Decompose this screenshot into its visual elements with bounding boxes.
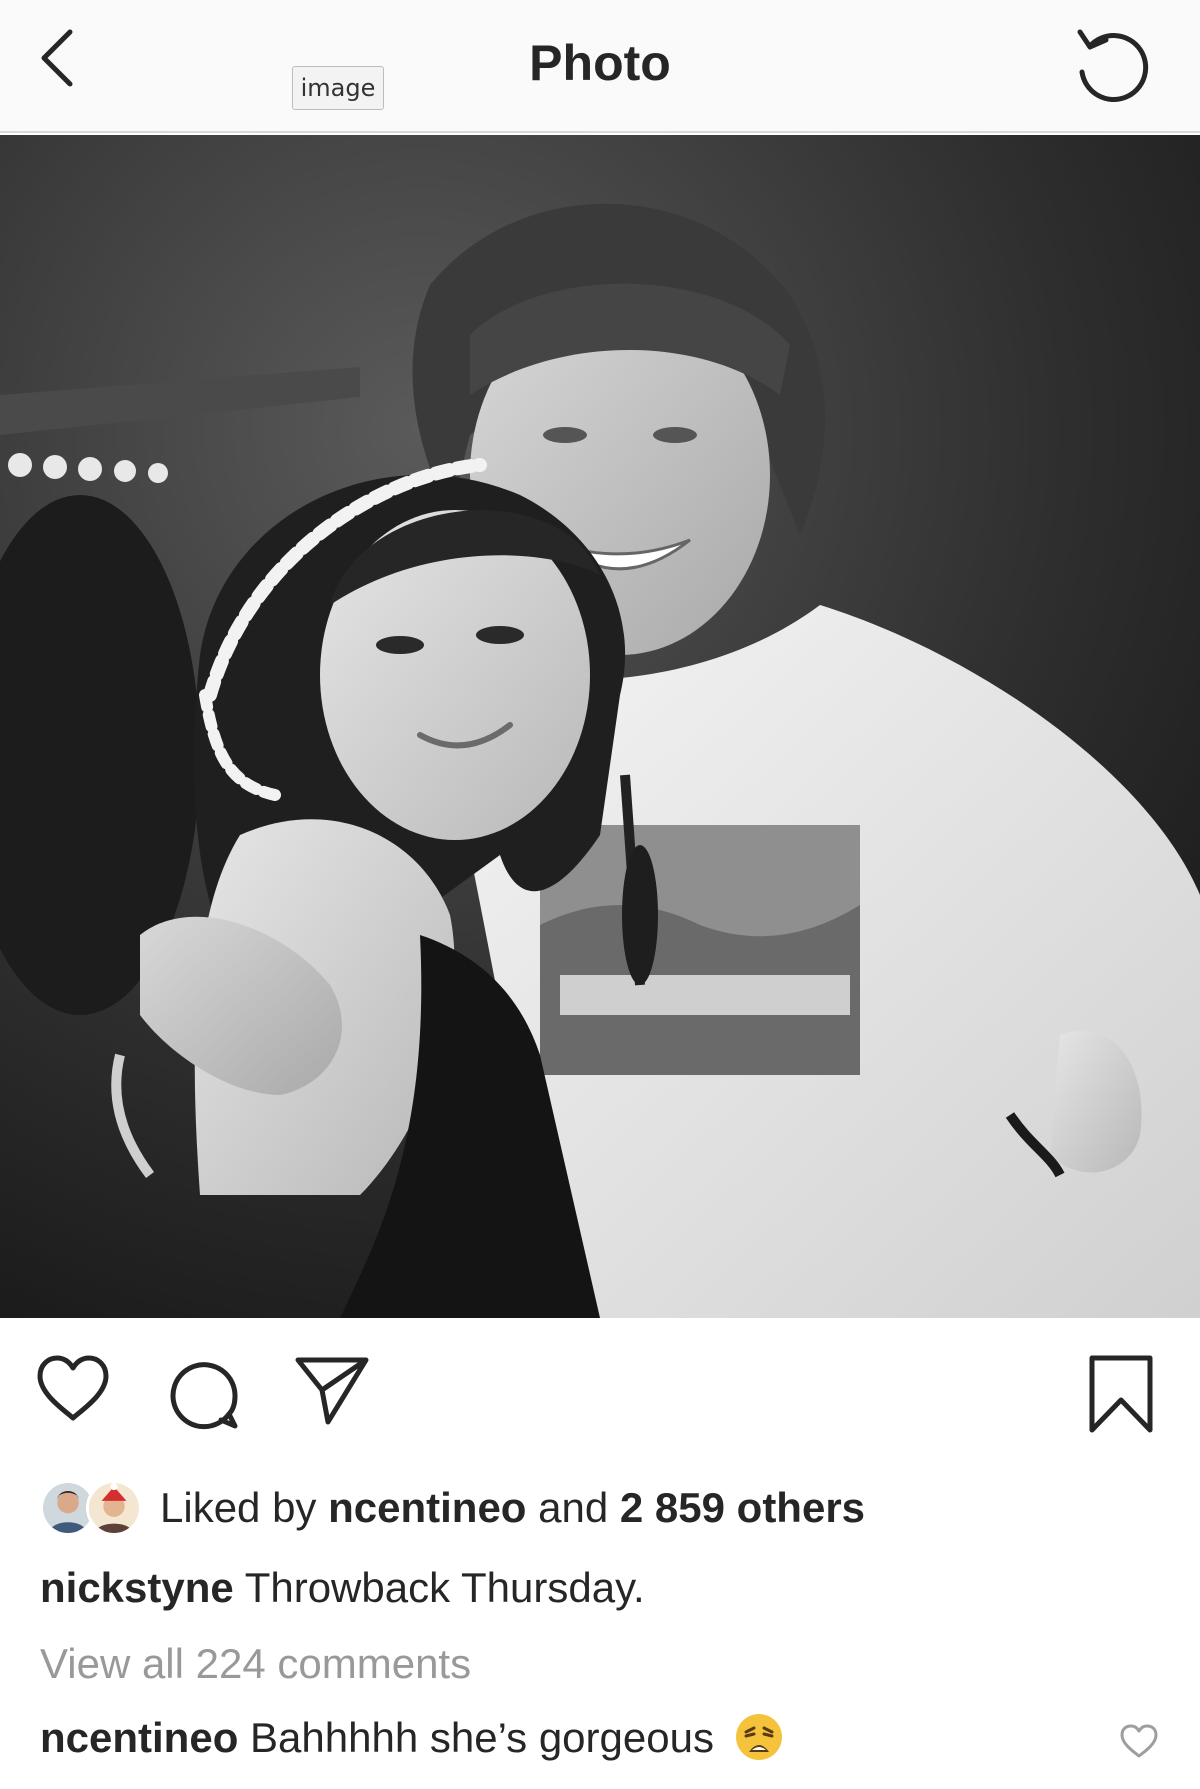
caption-text: Throwback Thursday. bbox=[244, 1564, 645, 1611]
like-button[interactable] bbox=[34, 1352, 112, 1424]
weary-face-emoji-icon bbox=[734, 1712, 784, 1762]
avatar bbox=[86, 1480, 142, 1536]
top-navigation-bar: image Photo bbox=[0, 0, 1200, 133]
refresh-button[interactable] bbox=[1068, 20, 1154, 106]
heart-icon bbox=[37, 1355, 109, 1421]
post-caption: nickstyne Throwback Thursday. bbox=[40, 1562, 645, 1614]
comment-username[interactable]: ncentineo bbox=[40, 1714, 238, 1761]
view-all-comments-link[interactable]: View all 224 comments bbox=[40, 1638, 471, 1690]
caption-username[interactable]: nickstyne bbox=[40, 1564, 234, 1611]
liker-username[interactable]: ncentineo bbox=[328, 1484, 526, 1531]
liker-avatars bbox=[40, 1480, 144, 1536]
photo-image bbox=[0, 135, 1200, 1318]
likes-others[interactable]: 2 859 others bbox=[620, 1484, 865, 1531]
post-action-bar bbox=[0, 1318, 1200, 1458]
comment-like-button[interactable] bbox=[1118, 1722, 1160, 1760]
page-title: Photo bbox=[529, 35, 671, 91]
refresh-icon bbox=[1077, 29, 1149, 103]
save-button[interactable] bbox=[1086, 1354, 1156, 1434]
likes-middle: and bbox=[538, 1484, 609, 1531]
comment-bubble-icon bbox=[170, 1362, 238, 1430]
likes-prefix: Liked by bbox=[160, 1484, 317, 1531]
likes-summary[interactable]: Liked by ncentineo and 2 859 others bbox=[40, 1478, 1160, 1538]
heart-icon bbox=[1120, 1724, 1158, 1758]
bookmark-icon bbox=[1089, 1355, 1153, 1433]
comment-text: Bahhhhh she’s gorgeous bbox=[250, 1714, 714, 1761]
post-photo[interactable] bbox=[0, 135, 1200, 1318]
share-button[interactable] bbox=[292, 1354, 372, 1426]
likes-text: Liked by ncentineo and 2 859 others bbox=[160, 1484, 865, 1532]
comment-item: ncentineo Bahhhhh she’s gorgeous bbox=[40, 1712, 784, 1764]
comment-button[interactable] bbox=[165, 1354, 241, 1430]
paper-plane-icon bbox=[295, 1357, 369, 1425]
